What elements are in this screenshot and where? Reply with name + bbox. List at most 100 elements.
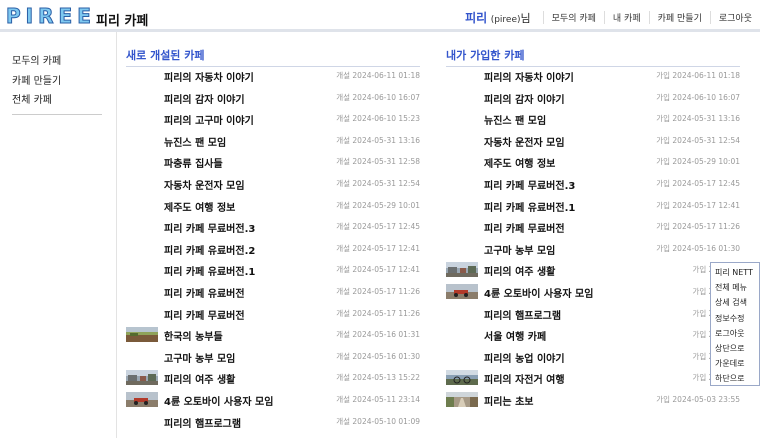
cafe-name-link[interactable]: 피리의 농업 이야기	[484, 350, 565, 365]
float-menu-item[interactable]: 상단으로	[715, 341, 759, 356]
joined-cafe-row[interactable]: 피리 카페 무료버전 가입 2024-05-17 11:26	[446, 217, 740, 237]
cafe-name-link[interactable]: 4륜 오토바이 사용자 모임	[484, 285, 593, 300]
cafe-name-link[interactable]: 피리의 자동차 이야기	[484, 69, 574, 84]
nav-create-cafe[interactable]: 카페 만들기	[648, 10, 710, 24]
new-cafe-row[interactable]: 뉴진스 팬 모임 개설 2024-05-31 13:16	[126, 131, 420, 151]
new-cafe-row[interactable]: 고구마 농부 모임 개설 2024-05-16 01:30	[126, 347, 420, 367]
new-cafe-row[interactable]: 제주도 여행 정보 개설 2024-05-29 10:01	[126, 196, 420, 216]
cafe-thumbnail[interactable]	[446, 370, 478, 386]
new-cafe-row[interactable]: 피리의 고구마 이야기 개설 2024-06-10 15:23	[126, 109, 420, 129]
joined-cafe-row[interactable]: 고구마 농부 모임 가입 2024-05-16 01:30	[446, 239, 740, 259]
joined-cafe-row[interactable]: 피리의 여주 생활가입 2024-05	[446, 260, 740, 280]
cafe-name-link[interactable]: 피리의 고구마 이야기	[164, 112, 254, 127]
cafe-name-link[interactable]: 자동차 운전자 모임	[484, 134, 565, 149]
cafe-name-link[interactable]: 4륜 오토바이 사용자 모임	[164, 393, 273, 408]
cafe-name-link[interactable]: 제주도 여행 정보	[164, 199, 235, 214]
site-title[interactable]: 피리 카페	[96, 10, 148, 29]
cafe-thumbnail[interactable]	[446, 262, 478, 278]
cafe-name-link[interactable]: 피리의 여주 생활	[484, 263, 555, 278]
new-cafe-row[interactable]: 4륜 오토바이 사용자 모임 개설 2024-05-11 23:14	[126, 390, 420, 410]
cafe-name-link[interactable]: 뉴진스 팬 모임	[484, 112, 546, 127]
cafe-name-link[interactable]: 자동차 운전자 모임	[164, 177, 245, 192]
joined-cafe-row[interactable]: 제주도 여행 정보 가입 2024-05-29 10:01	[446, 152, 740, 172]
new-cafe-row[interactable]: 피리 카페 유료버전 개설 2024-05-17 11:26	[126, 282, 420, 302]
new-cafe-row[interactable]: 한국의 농부들 개설 2024-05-16 01:31	[126, 325, 420, 345]
cafe-name-link[interactable]: 서울 여행 카페	[484, 328, 546, 343]
new-cafe-row[interactable]: 피리의 여주 생활 개설 2024-05-13 15:22	[126, 368, 420, 388]
joined-cafe-row[interactable]: 피리의 자전거 여행가입 2024-05	[446, 368, 740, 388]
new-cafe-row[interactable]: 피리 카페 유료버전.1 개설 2024-05-17 12:41	[126, 260, 420, 280]
cafe-date: 개설 2024-05-11 23:14	[336, 395, 420, 404]
cafe-name-link[interactable]: 피리의 감자 이야기	[484, 91, 565, 106]
new-cafe-row[interactable]: 파충류 집사들 개설 2024-05-31 12:58	[126, 152, 420, 172]
nav-my-cafe[interactable]: 내 카페	[603, 10, 649, 24]
joined-cafe-row[interactable]: 피리의 햄프로그램가입 2024-05	[446, 304, 740, 324]
joined-cafe-row[interactable]: 서울 여행 카페가입 2024-05	[446, 325, 740, 345]
nav-all-cafes[interactable]: 모두의 카페	[542, 10, 604, 24]
sidebar-item-all-cafes[interactable]: 모두의 카페	[12, 52, 61, 67]
cafe-name-link[interactable]: 제주도 여행 정보	[484, 155, 555, 170]
joined-cafes-section: 내가 가입한 카페 피리의 자동차 이야기 가입 2024-06-11 01:18…	[446, 48, 740, 408]
joined-cafe-row[interactable]: 4륜 오토바이 사용자 모임가입 2024-05	[446, 282, 740, 302]
logo-letter: I	[25, 4, 36, 28]
logo[interactable]: PIREE	[6, 4, 93, 28]
cafe-name-link[interactable]: 피리의 햄프로그램	[164, 415, 241, 430]
cafe-name-link[interactable]: 피리의 여주 생활	[164, 371, 235, 386]
joined-cafe-row[interactable]: 피리는 초보 가입 2024-05-03 23:55	[446, 390, 740, 410]
cafe-date: 개설 2024-05-31 12:58	[336, 157, 420, 167]
cafe-name-link[interactable]: 피리의 햄프로그램	[484, 307, 561, 322]
cafe-date: 개설 2024-06-11 01:18	[336, 71, 420, 80]
cafe-name-link[interactable]: 피리의 자동차 이야기	[164, 69, 254, 84]
cafe-name-link[interactable]: 피리 카페 유료버전.1	[484, 199, 575, 214]
cafe-date: 가입 2024-05-03 23:55	[656, 395, 740, 404]
joined-cafe-row[interactable]: 뉴진스 팬 모임 가입 2024-05-31 13:16	[446, 109, 740, 129]
cafe-name-link[interactable]: 한국의 농부들	[164, 328, 223, 343]
nav-logout[interactable]: 로그아웃	[709, 10, 760, 24]
cafe-name-link[interactable]: 고구마 농부 모임	[484, 242, 555, 257]
cafe-name-link[interactable]: 피리 카페 유료버전.2	[164, 242, 255, 257]
float-menu-item[interactable]: 로그아웃	[715, 326, 759, 341]
new-cafe-row[interactable]: 피리 카페 무료버전.3 개설 2024-05-17 12:45	[126, 217, 420, 237]
joined-cafe-row[interactable]: 피리의 자동차 이야기 가입 2024-06-11 01:18	[446, 66, 740, 86]
cafe-name-link[interactable]: 피리 카페 무료버전.3	[164, 220, 255, 235]
float-menu-item[interactable]: 하단으로	[715, 371, 759, 386]
joined-cafe-row[interactable]: 자동차 운전자 모임 가입 2024-05-31 12:54	[446, 131, 740, 151]
cafe-thumbnail[interactable]	[446, 284, 478, 299]
cafe-name-link[interactable]: 피리의 감자 이야기	[164, 91, 245, 106]
cafe-name-link[interactable]: 파충류 집사들	[164, 155, 223, 170]
cafe-name-link[interactable]: 뉴진스 팬 모임	[164, 134, 226, 149]
cafe-name-link[interactable]: 피리 카페 유료버전.1	[164, 263, 255, 278]
new-cafe-row[interactable]: 피리 카페 무료버전 개설 2024-05-17 11:26	[126, 304, 420, 324]
joined-cafe-row[interactable]: 피리 카페 무료버전.3 가입 2024-05-17 12:45	[446, 174, 740, 194]
sidebar-item-create-cafe[interactable]: 카페 만들기	[12, 72, 61, 87]
cafe-date: 개설 2024-05-17 12:45	[336, 222, 420, 232]
float-menu-item[interactable]: 상세 검색	[715, 295, 759, 310]
sidebar-item-entire-cafes[interactable]: 전체 카페	[12, 91, 52, 106]
cafe-name-link[interactable]: 피리 카페 무료버전	[484, 220, 565, 235]
new-cafe-row[interactable]: 피리의 자동차 이야기 개설 2024-06-11 01:18	[126, 66, 420, 86]
cafe-name-link[interactable]: 피리 카페 유료버전	[164, 285, 245, 300]
float-menu-item[interactable]: 가운데로	[715, 356, 759, 371]
joined-cafe-row[interactable]: 피리의 농업 이야기가입 2024-05	[446, 347, 740, 367]
cafe-date: 개설 2024-05-17 12:41	[336, 243, 420, 253]
cafe-thumbnail[interactable]	[126, 327, 158, 343]
cafe-date: 개설 2024-05-13 15:22	[336, 373, 420, 383]
cafe-date: 개설 2024-06-10 15:23	[336, 114, 420, 124]
cafe-name-link[interactable]: 피리 카페 무료버전.3	[484, 177, 575, 192]
joined-cafe-row[interactable]: 피리 카페 유료버전.1 가입 2024-05-17 12:41	[446, 196, 740, 216]
new-cafe-row[interactable]: 자동차 운전자 모임 개설 2024-05-31 12:54	[126, 174, 420, 194]
new-cafe-row[interactable]: 피리의 햄프로그램 개설 2024-05-10 01:09	[126, 412, 420, 432]
new-cafe-row[interactable]: 피리 카페 유료버전.2 개설 2024-05-17 12:41	[126, 239, 420, 259]
cafe-name-link[interactable]: 피리는 초보	[484, 393, 533, 408]
cafe-thumbnail[interactable]	[126, 392, 158, 407]
cafe-thumbnail[interactable]	[446, 392, 478, 407]
float-menu-item[interactable]: 피리 NETT	[715, 265, 759, 280]
float-menu-item[interactable]: 정보수정	[715, 311, 759, 326]
cafe-name-link[interactable]: 피리의 자전거 여행	[484, 371, 565, 386]
new-cafe-row[interactable]: 피리의 감자 이야기 개설 2024-06-10 16:07	[126, 88, 420, 108]
cafe-name-link[interactable]: 피리 카페 무료버전	[164, 307, 245, 322]
joined-cafe-row[interactable]: 피리의 감자 이야기 가입 2024-06-10 16:07	[446, 88, 740, 108]
float-menu-item[interactable]: 전체 메뉴	[715, 280, 759, 295]
cafe-name-link[interactable]: 고구마 농부 모임	[164, 350, 235, 365]
cafe-thumbnail[interactable]	[126, 370, 158, 386]
